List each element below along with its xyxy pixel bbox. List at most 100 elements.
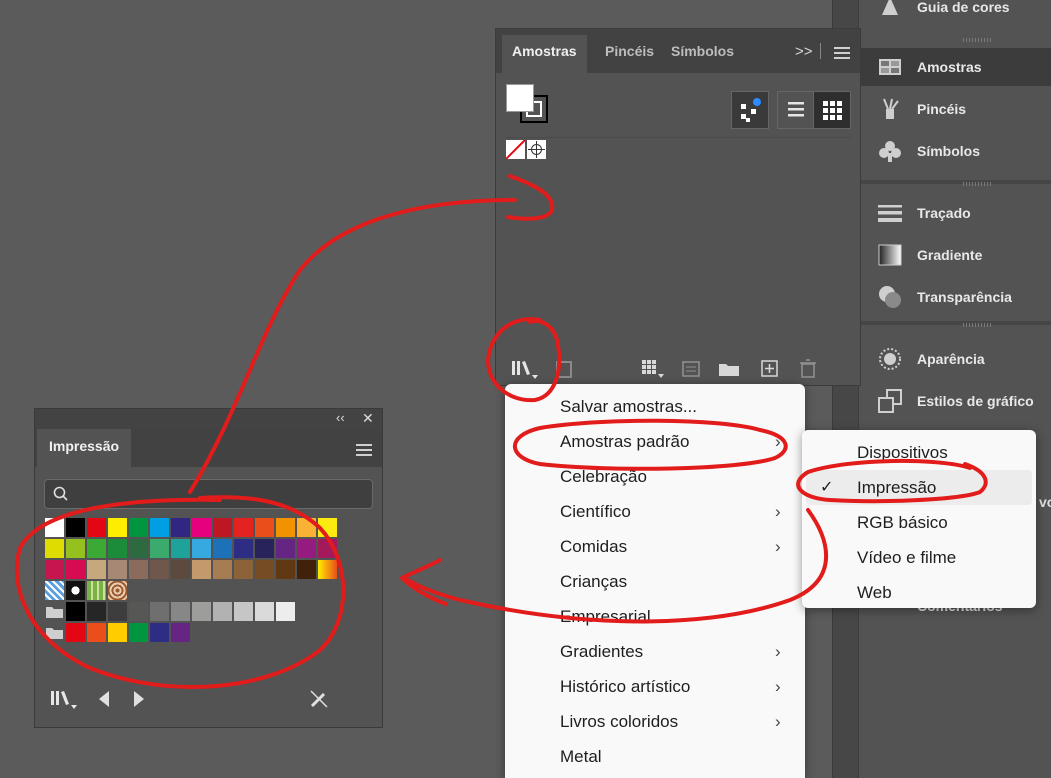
- swatch[interactable]: [108, 539, 127, 558]
- swatch[interactable]: [276, 560, 295, 579]
- dock-item-brushes[interactable]: Pincéis: [859, 90, 1051, 128]
- registration-swatch[interactable]: [527, 140, 546, 159]
- swatch[interactable]: [297, 518, 316, 537]
- submenu-item[interactable]: Web: [806, 575, 1032, 610]
- swatch[interactable]: [66, 602, 85, 621]
- pattern-swatch[interactable]: [66, 581, 85, 600]
- dock-grip[interactable]: [963, 323, 991, 327]
- submenu-item[interactable]: RGB básico: [806, 505, 1032, 540]
- menu-item[interactable]: Crianças: [505, 564, 805, 599]
- dock-item-appearance[interactable]: Aparência: [859, 340, 1051, 378]
- swatch[interactable]: [213, 602, 232, 621]
- swatch[interactable]: [171, 623, 190, 642]
- close-button[interactable]: ✕: [362, 410, 374, 427]
- show-swatch-kinds-menu-icon[interactable]: [642, 360, 666, 385]
- swatch[interactable]: [276, 518, 295, 537]
- place-swatches-icon[interactable]: [556, 360, 572, 383]
- menu-item[interactable]: Científico ›: [505, 494, 805, 529]
- swatch[interactable]: [108, 602, 127, 621]
- swatch[interactable]: [129, 518, 148, 537]
- swatch[interactable]: [66, 518, 85, 537]
- swatch[interactable]: [213, 539, 232, 558]
- swatch[interactable]: [129, 560, 148, 579]
- dock-grip[interactable]: [963, 182, 991, 186]
- swatch[interactable]: [276, 602, 295, 621]
- tab-amostras[interactable]: Amostras: [502, 35, 587, 73]
- swatch[interactable]: [192, 518, 211, 537]
- panel-overflow-button[interactable]: >>: [795, 43, 813, 60]
- swatch[interactable]: [255, 602, 274, 621]
- swatch[interactable]: [234, 602, 253, 621]
- swatch[interactable]: [87, 518, 106, 537]
- swatch[interactable]: [171, 518, 190, 537]
- new-swatch-icon[interactable]: [761, 360, 779, 383]
- menu-item[interactable]: Livros coloridos ›: [505, 704, 805, 739]
- swatch[interactable]: [297, 560, 316, 579]
- dock-item-swatches[interactable]: Amostras: [859, 48, 1051, 86]
- dock-item-color-guide[interactable]: Guia de cores: [859, 0, 1051, 26]
- swatch[interactable]: [318, 539, 337, 558]
- swatch[interactable]: [213, 518, 232, 537]
- menu-item[interactable]: Metal: [505, 739, 805, 774]
- grid-view-button[interactable]: [813, 91, 851, 129]
- swatch[interactable]: [150, 623, 169, 642]
- panel-title-bar[interactable]: ‹‹ ✕: [35, 409, 382, 429]
- pattern-swatch[interactable]: [108, 581, 127, 600]
- search-input[interactable]: [44, 479, 373, 509]
- color-group-folder-icon[interactable]: [45, 623, 64, 642]
- dock-item-stroke[interactable]: Traçado: [859, 194, 1051, 232]
- menu-item[interactable]: Comidas ›: [505, 529, 805, 564]
- swatch[interactable]: [45, 518, 64, 537]
- panel-menu-icon[interactable]: [356, 443, 372, 461]
- swatch[interactable]: [108, 560, 127, 579]
- dock-item-symbols[interactable]: Símbolos: [859, 132, 1051, 170]
- swatch[interactable]: [234, 518, 253, 537]
- collapse-button[interactable]: ‹‹: [336, 410, 345, 425]
- swatch[interactable]: [87, 602, 106, 621]
- swatch[interactable]: [255, 518, 274, 537]
- menu-item[interactable]: Amostras padrão ›: [505, 424, 805, 459]
- swatch[interactable]: [66, 560, 85, 579]
- swatch[interactable]: [297, 539, 316, 558]
- dock-item-graphic-styles[interactable]: Estilos de gráfico: [859, 382, 1051, 420]
- swatch[interactable]: [234, 560, 253, 579]
- tab-simbolos[interactable]: Símbolos: [661, 35, 744, 73]
- swatch[interactable]: [213, 560, 232, 579]
- swatch[interactable]: [108, 623, 127, 642]
- menu-item[interactable]: Celebração: [505, 459, 805, 494]
- menu-item[interactable]: Histórico artístico ›: [505, 669, 805, 704]
- swatch[interactable]: [150, 560, 169, 579]
- pattern-swatch[interactable]: [87, 581, 106, 600]
- swatch-libraries-menu-button[interactable]: [51, 689, 77, 716]
- dock-grip[interactable]: [963, 38, 991, 42]
- swatch[interactable]: [192, 560, 211, 579]
- list-view-button[interactable]: [777, 91, 815, 129]
- swatch[interactable]: [318, 518, 337, 537]
- panel-menu-icon[interactable]: [834, 46, 850, 64]
- tab-pinceis[interactable]: Pincéis: [595, 35, 664, 73]
- show-swatch-kinds-button[interactable]: [731, 91, 769, 129]
- swatch[interactable]: [255, 539, 274, 558]
- swatch-options-icon[interactable]: [682, 361, 700, 382]
- fill-swatch[interactable]: [506, 84, 534, 112]
- swatch[interactable]: [171, 560, 190, 579]
- gradient-swatch[interactable]: [318, 560, 337, 579]
- swatch[interactable]: [150, 539, 169, 558]
- swatch[interactable]: [66, 623, 85, 642]
- menu-item[interactable]: Gradientes ›: [505, 634, 805, 669]
- swatch[interactable]: [234, 539, 253, 558]
- swatch[interactable]: [87, 623, 106, 642]
- swatch[interactable]: [108, 518, 127, 537]
- swatch[interactable]: [87, 539, 106, 558]
- swatch[interactable]: [87, 560, 106, 579]
- swatch[interactable]: [129, 623, 148, 642]
- swatch[interactable]: [129, 539, 148, 558]
- swatch[interactable]: [129, 602, 148, 621]
- dock-item-gradient[interactable]: Gradiente: [859, 236, 1051, 274]
- dock-item-transparency[interactable]: Transparência: [859, 278, 1051, 316]
- color-group-folder-icon[interactable]: [45, 602, 64, 621]
- swatch[interactable]: [150, 602, 169, 621]
- swatch[interactable]: [45, 539, 64, 558]
- swatch[interactable]: [192, 602, 211, 621]
- swatch[interactable]: [255, 560, 274, 579]
